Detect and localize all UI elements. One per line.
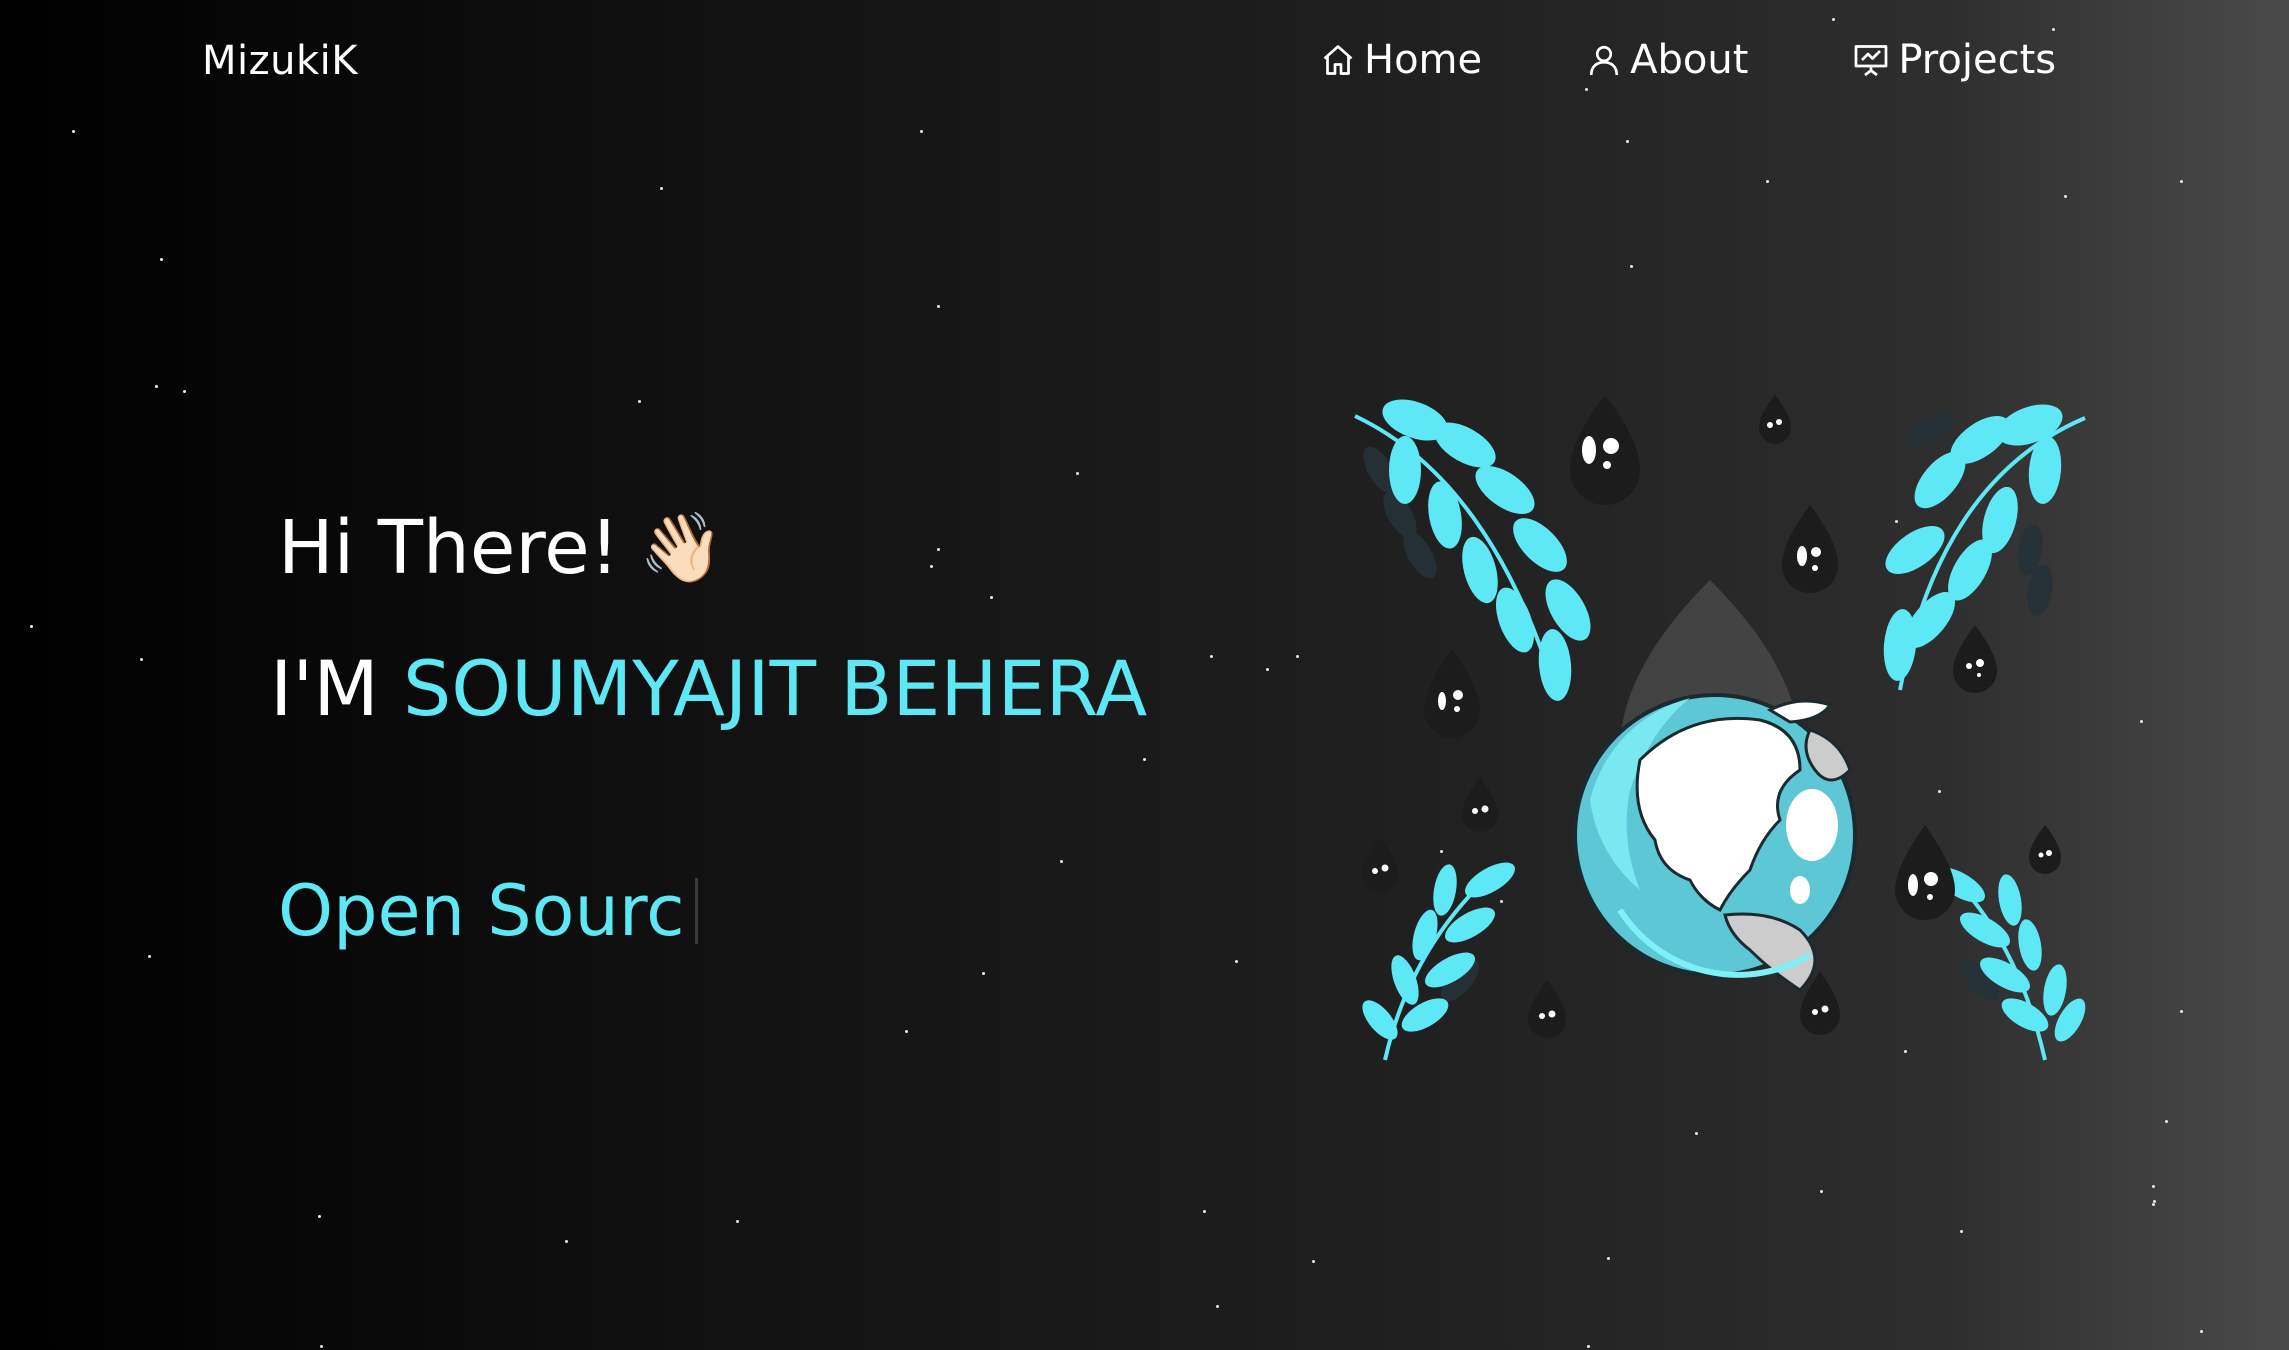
typewriter-cursor xyxy=(694,878,698,944)
star xyxy=(1060,860,1063,863)
nav-projects-label: Projects xyxy=(1898,37,2057,83)
star xyxy=(638,400,641,403)
user-icon xyxy=(1590,45,1619,76)
star xyxy=(2140,720,2143,723)
star xyxy=(148,955,151,958)
star xyxy=(72,130,75,133)
typewriter-value: Open Sourc xyxy=(278,870,685,952)
star xyxy=(2165,1120,2168,1123)
star xyxy=(320,1345,323,1348)
presentation-chart-icon xyxy=(1855,45,1888,77)
star xyxy=(736,1220,739,1223)
star xyxy=(2180,1010,2183,1013)
star xyxy=(1626,140,1629,143)
nav-about[interactable]: About xyxy=(1586,32,1748,88)
star xyxy=(565,1240,568,1243)
nav-projects[interactable]: Projects xyxy=(1852,32,2056,88)
greeting-text: Hi There! xyxy=(278,505,620,591)
star xyxy=(905,1030,908,1033)
star xyxy=(1820,1190,1823,1193)
star xyxy=(982,972,985,975)
star xyxy=(2200,1330,2203,1333)
star xyxy=(2052,28,2055,31)
nav-about-label: About xyxy=(1630,37,1749,83)
hero-intro: I'M SOUMYAJIT BEHERA xyxy=(270,644,1147,733)
star xyxy=(1216,1305,1219,1308)
star xyxy=(2152,1185,2155,1188)
nav-home[interactable]: Home xyxy=(1320,32,1482,88)
star xyxy=(1630,265,1633,268)
star xyxy=(30,625,33,628)
star xyxy=(937,548,940,551)
typewriter-text: Open Sourc xyxy=(278,870,698,952)
leaf-branch-top-left xyxy=(1354,399,1591,701)
waving-hand-icon: 👋🏻 xyxy=(639,509,725,588)
star xyxy=(183,390,186,393)
star xyxy=(1076,472,1079,475)
star xyxy=(318,1215,321,1218)
intro-prefix: I'M xyxy=(270,644,404,733)
star xyxy=(1587,1345,1590,1348)
brand-logo[interactable]: MizukiK xyxy=(202,38,358,84)
star xyxy=(2153,1200,2156,1203)
hero-greeting: Hi There! 👋🏻 xyxy=(278,505,724,591)
star xyxy=(160,258,163,261)
home-icon xyxy=(1323,45,1353,75)
star xyxy=(1960,1230,1963,1233)
star xyxy=(2064,195,2067,198)
star xyxy=(660,187,663,190)
star xyxy=(1296,655,1299,658)
star xyxy=(1695,1132,1698,1135)
star xyxy=(1607,1257,1610,1260)
star xyxy=(1766,180,1769,183)
star xyxy=(1235,960,1238,963)
star xyxy=(155,385,158,388)
star xyxy=(1266,668,1269,671)
globe xyxy=(1573,693,1857,992)
star xyxy=(990,596,993,599)
star xyxy=(2152,1203,2155,1206)
earth-illustration xyxy=(1354,395,2086,1061)
star xyxy=(1312,1260,1315,1263)
star xyxy=(937,305,940,308)
star xyxy=(140,658,143,661)
hero-name: SOUMYAJIT BEHERA xyxy=(403,644,1148,733)
nav-home-label: Home xyxy=(1364,37,1483,83)
star xyxy=(1210,655,1213,658)
star xyxy=(930,565,933,568)
star xyxy=(1585,88,1588,91)
star xyxy=(1203,1210,1206,1213)
main-nav: Home About Projects xyxy=(1320,32,2056,88)
star xyxy=(1143,758,1146,761)
star xyxy=(1832,18,1835,21)
star xyxy=(920,130,923,133)
star xyxy=(2180,180,2183,183)
